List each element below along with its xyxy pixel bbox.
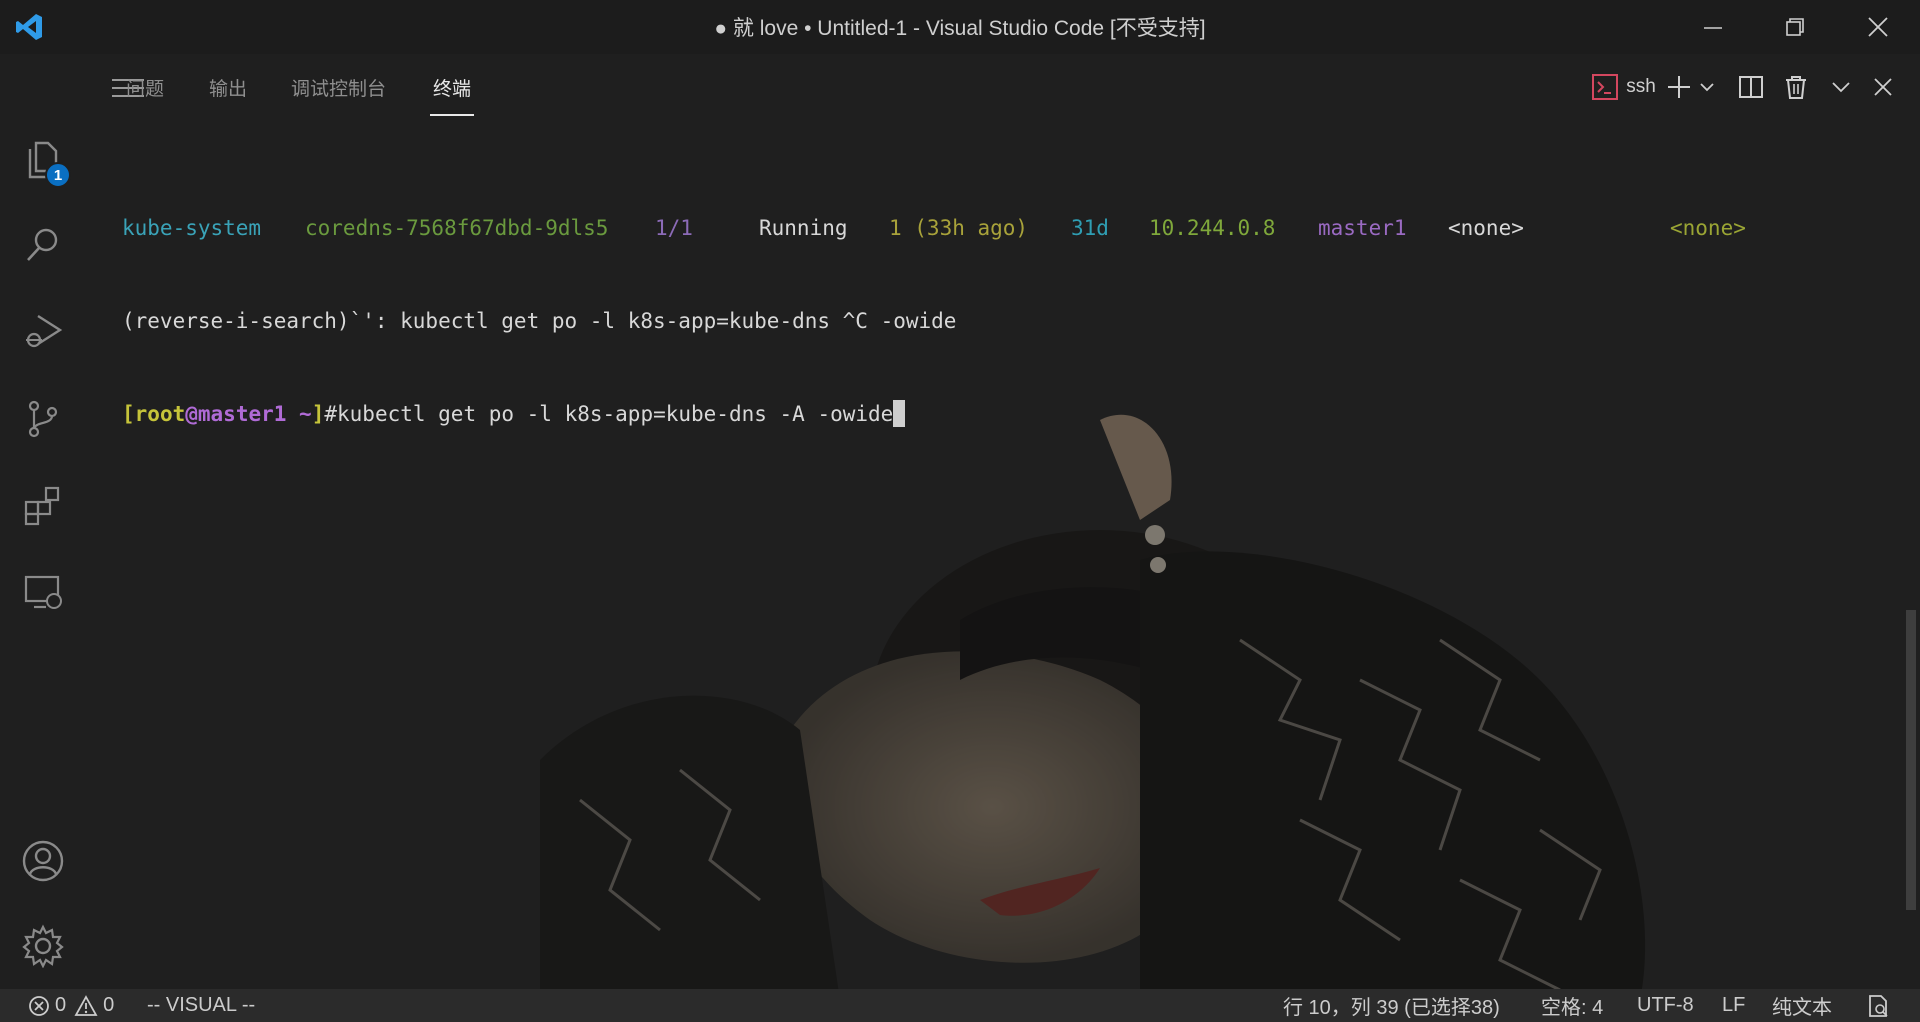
close-icon [1868,17,1888,37]
vim-mode: -- VISUAL -- [147,994,256,1016]
pod-readiness-gates: <none> [1670,216,1746,240]
restore-icon [1786,18,1804,36]
indentation-status[interactable]: 空格: 4 [1541,989,1603,1022]
restore-button[interactable] [1755,0,1835,54]
maximize-panel-button[interactable] [1826,70,1856,104]
search-button[interactable] [18,220,68,270]
pod-status: Running [759,216,848,240]
panel-header: 问题 输出 调试控制台 终端 ssh [86,54,1920,116]
feedback-icon [1869,994,1888,1017]
prompt-at: @ [185,402,198,426]
source-control-icon [28,400,58,438]
status-bar: 0 0 -- VISUAL -- 行 10，列 39 (已选择38) 空格: 4… [0,989,1920,1022]
extensions-button[interactable] [18,480,68,530]
terminal-ssh-tab[interactable]: ssh [1586,70,1662,104]
prompt-open-bracket: [ [122,402,135,426]
problems-status[interactable]: 0 0 [28,989,114,1022]
pod-ready: 1/1 [655,216,693,240]
minimize-icon [1704,27,1722,29]
pod-name: coredns-7568f67dbd-9dls5 [305,216,609,240]
terminal-name: ssh [1626,76,1656,97]
extensions-icon [24,486,60,526]
chevron-down-icon [1700,83,1714,92]
new-terminal-button[interactable] [1664,70,1694,104]
gear-icon [22,924,64,968]
tab-debug-console[interactable]: 调试控制台 [291,74,386,116]
terminal-icon [1592,74,1619,100]
error-count: 0 [55,994,67,1016]
prompt-user: root [134,402,186,426]
prompt-symbol: # [324,402,338,426]
terminal-cursor [893,400,906,427]
terminal-command: kubectl get po -l k8s-app=kube-dns -A -o… [337,402,894,426]
run-debug-icon [26,314,63,348]
tab-output[interactable]: 输出 [209,74,247,116]
accounts-button[interactable] [18,836,68,886]
tab-terminal[interactable]: 终端 [429,74,475,116]
terminal-profiles-dropdown[interactable] [1696,70,1718,104]
prompt-close-bracket: ] [311,402,325,426]
remote-explorer-button[interactable] [18,567,68,617]
pod-nominated-node: <none> [1448,216,1524,240]
chevron-down-icon [1832,82,1850,93]
explorer-badge: 1 [45,162,71,188]
split-terminal-button[interactable] [1736,70,1766,104]
minimize-button[interactable] [1673,0,1753,54]
terminal-line-pod-row: kube-system coredns-7568f67dbd-9dls5 1/1 Ru… [122,213,1822,244]
manage-button[interactable] [18,921,68,971]
pod-namespace: kube-system [122,216,262,240]
terminal-line-reverse-search: (reverse-i-search)`': kubectl get po -l … [122,309,957,333]
pod-ip: 10.244.0.8 [1149,216,1276,240]
split-icon [1739,76,1763,98]
pod-age: 31d [1071,216,1109,240]
error-icon [29,995,49,1016]
pod-restarts: 1 (33h ago) [889,216,1029,240]
tab-problems[interactable]: 问题 [126,74,164,116]
search-icon [27,228,58,261]
run-debug-button[interactable] [18,306,68,356]
encoding-status[interactable]: UTF-8 [1637,989,1694,1022]
source-control-button[interactable] [18,394,68,444]
kill-terminal-button[interactable] [1781,70,1811,104]
feedback-button[interactable] [1866,989,1895,1022]
close-panel-button[interactable] [1868,70,1898,104]
terminal-line-prompt: [root@master1 ~]#kubectl get po -l k8s-a… [122,399,1822,430]
prompt-host: master1 [197,402,287,426]
remote-explorer-icon [24,575,62,609]
account-icon [22,840,64,882]
trash-icon [1786,76,1806,99]
window-title: ● 就 love • Untitled-1 - Visual Studio Co… [714,17,1206,40]
eol-status[interactable]: LF [1722,989,1745,1022]
warning-icon [74,994,98,1016]
warning-count: 0 [103,994,115,1016]
vscode-logo-icon [16,14,42,40]
title-bar: ● 就 love • Untitled-1 - Visual Studio Co… [0,0,1920,54]
terminal-output[interactable]: kube-system coredns-7568f67dbd-9dls5 1/1 Ru… [122,151,1822,492]
cursor-position[interactable]: 行 10，列 39 (已选择38) [1283,989,1500,1022]
pod-node: master1 [1318,216,1407,240]
terminal-scrollbar[interactable] [1906,610,1916,910]
close-icon [1874,78,1892,96]
vscode-window: ● 就 love • Untitled-1 - Visual Studio Co… [0,0,1920,1022]
language-mode[interactable]: 纯文本 [1772,989,1832,1022]
plus-icon [1668,76,1690,98]
prompt-path: ~ [286,402,312,426]
close-window-button[interactable] [1838,0,1918,54]
